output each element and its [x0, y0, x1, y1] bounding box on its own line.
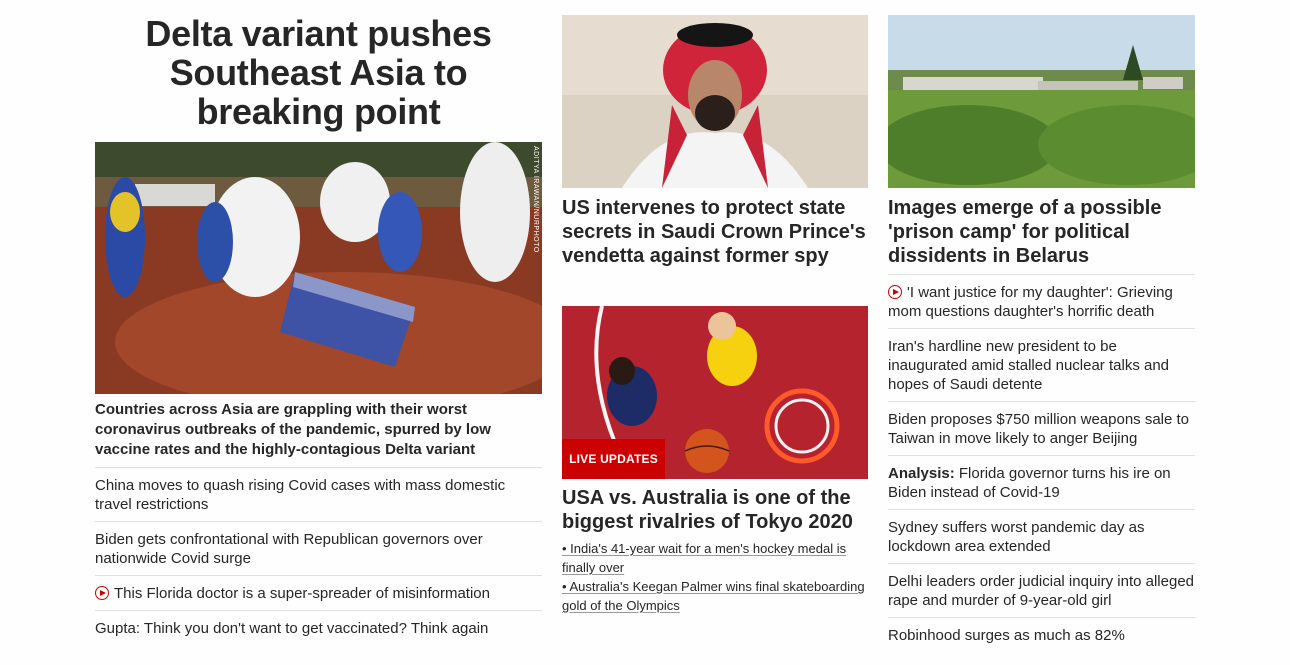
related-link-4[interactable]: Gupta: Think you don't want to get vacci… — [95, 620, 488, 637]
list-item[interactable]: Sydney suffers worst pandemic day as loc… — [888, 509, 1195, 563]
right-link-7[interactable]: Robinhood surges as much as 82% — [888, 627, 1125, 644]
list-item[interactable]: Biden proposes $750 million weapons sale… — [888, 401, 1195, 455]
related-link-3[interactable]: This Florida doctor is a super-spreader … — [114, 585, 490, 602]
play-video-icon — [95, 586, 109, 600]
list-item[interactable]: Gupta: Think you don't want to get vacci… — [95, 610, 542, 645]
bullet-link-1[interactable]: • India's 41-year wait for a men's hocke… — [562, 541, 846, 575]
list-item[interactable]: Robinhood surges as much as 82% — [888, 617, 1195, 652]
analysis-label: Analysis: — [888, 465, 955, 482]
image-credit: ADITYA IRAWAN/NURPHOTO — [532, 146, 539, 253]
list-item[interactable]: This Florida doctor is a super-spreader … — [95, 575, 542, 610]
lead-summary[interactable]: Countries across Asia are grappling with… — [95, 400, 542, 460]
olympics-story-headline[interactable]: USA vs. Australia is one of the biggest … — [562, 486, 868, 534]
right-link-1[interactable]: 'I want justice for my daughter': Grievi… — [888, 284, 1173, 320]
lead-headline[interactable]: Delta variant pushes Southeast Asia to b… — [95, 14, 542, 131]
list-item[interactable]: China moves to quash rising Covid cases … — [95, 467, 542, 521]
play-video-icon — [888, 285, 902, 299]
list-item[interactable]: Delhi leaders order judicial inquiry int… — [888, 563, 1195, 617]
olympics-bullet-links: • India's 41-year wait for a men's hocke… — [562, 539, 868, 615]
live-updates-badge[interactable]: LIVE UPDATES — [562, 439, 665, 479]
right-link-6[interactable]: Delhi leaders order judicial inquiry int… — [888, 573, 1194, 609]
saudi-story-headline[interactable]: US intervenes to protect state secrets i… — [562, 196, 868, 268]
list-item[interactable]: Iran's hardline new president to be inau… — [888, 328, 1195, 401]
related-link-2[interactable]: Biden gets confrontational with Republic… — [95, 531, 483, 567]
lead-related-links: China moves to quash rising Covid cases … — [95, 467, 542, 645]
list-item[interactable]: 'I want justice for my daughter': Grievi… — [888, 274, 1195, 328]
right-related-links: 'I want justice for my daughter': Grievi… — [888, 274, 1195, 652]
list-item[interactable]: Biden gets confrontational with Republic… — [95, 521, 542, 575]
right-link-3[interactable]: Biden proposes $750 million weapons sale… — [888, 411, 1189, 447]
saudi-story-image[interactable] — [562, 15, 868, 188]
bullet-link-2[interactable]: • Australia's Keegan Palmer wins final s… — [562, 579, 865, 613]
right-link-5[interactable]: Sydney suffers worst pandemic day as loc… — [888, 519, 1145, 555]
right-link-2[interactable]: Iran's hardline new president to be inau… — [888, 338, 1169, 393]
related-link-1[interactable]: China moves to quash rising Covid cases … — [95, 477, 505, 513]
list-item[interactable]: Analysis: Florida governor turns his ire… — [888, 455, 1195, 509]
lead-story-image[interactable]: ADITYA IRAWAN/NURPHOTO — [95, 142, 542, 394]
belarus-story-headline[interactable]: Images emerge of a possible 'prison camp… — [888, 196, 1195, 268]
belarus-story-image[interactable] — [888, 15, 1195, 188]
